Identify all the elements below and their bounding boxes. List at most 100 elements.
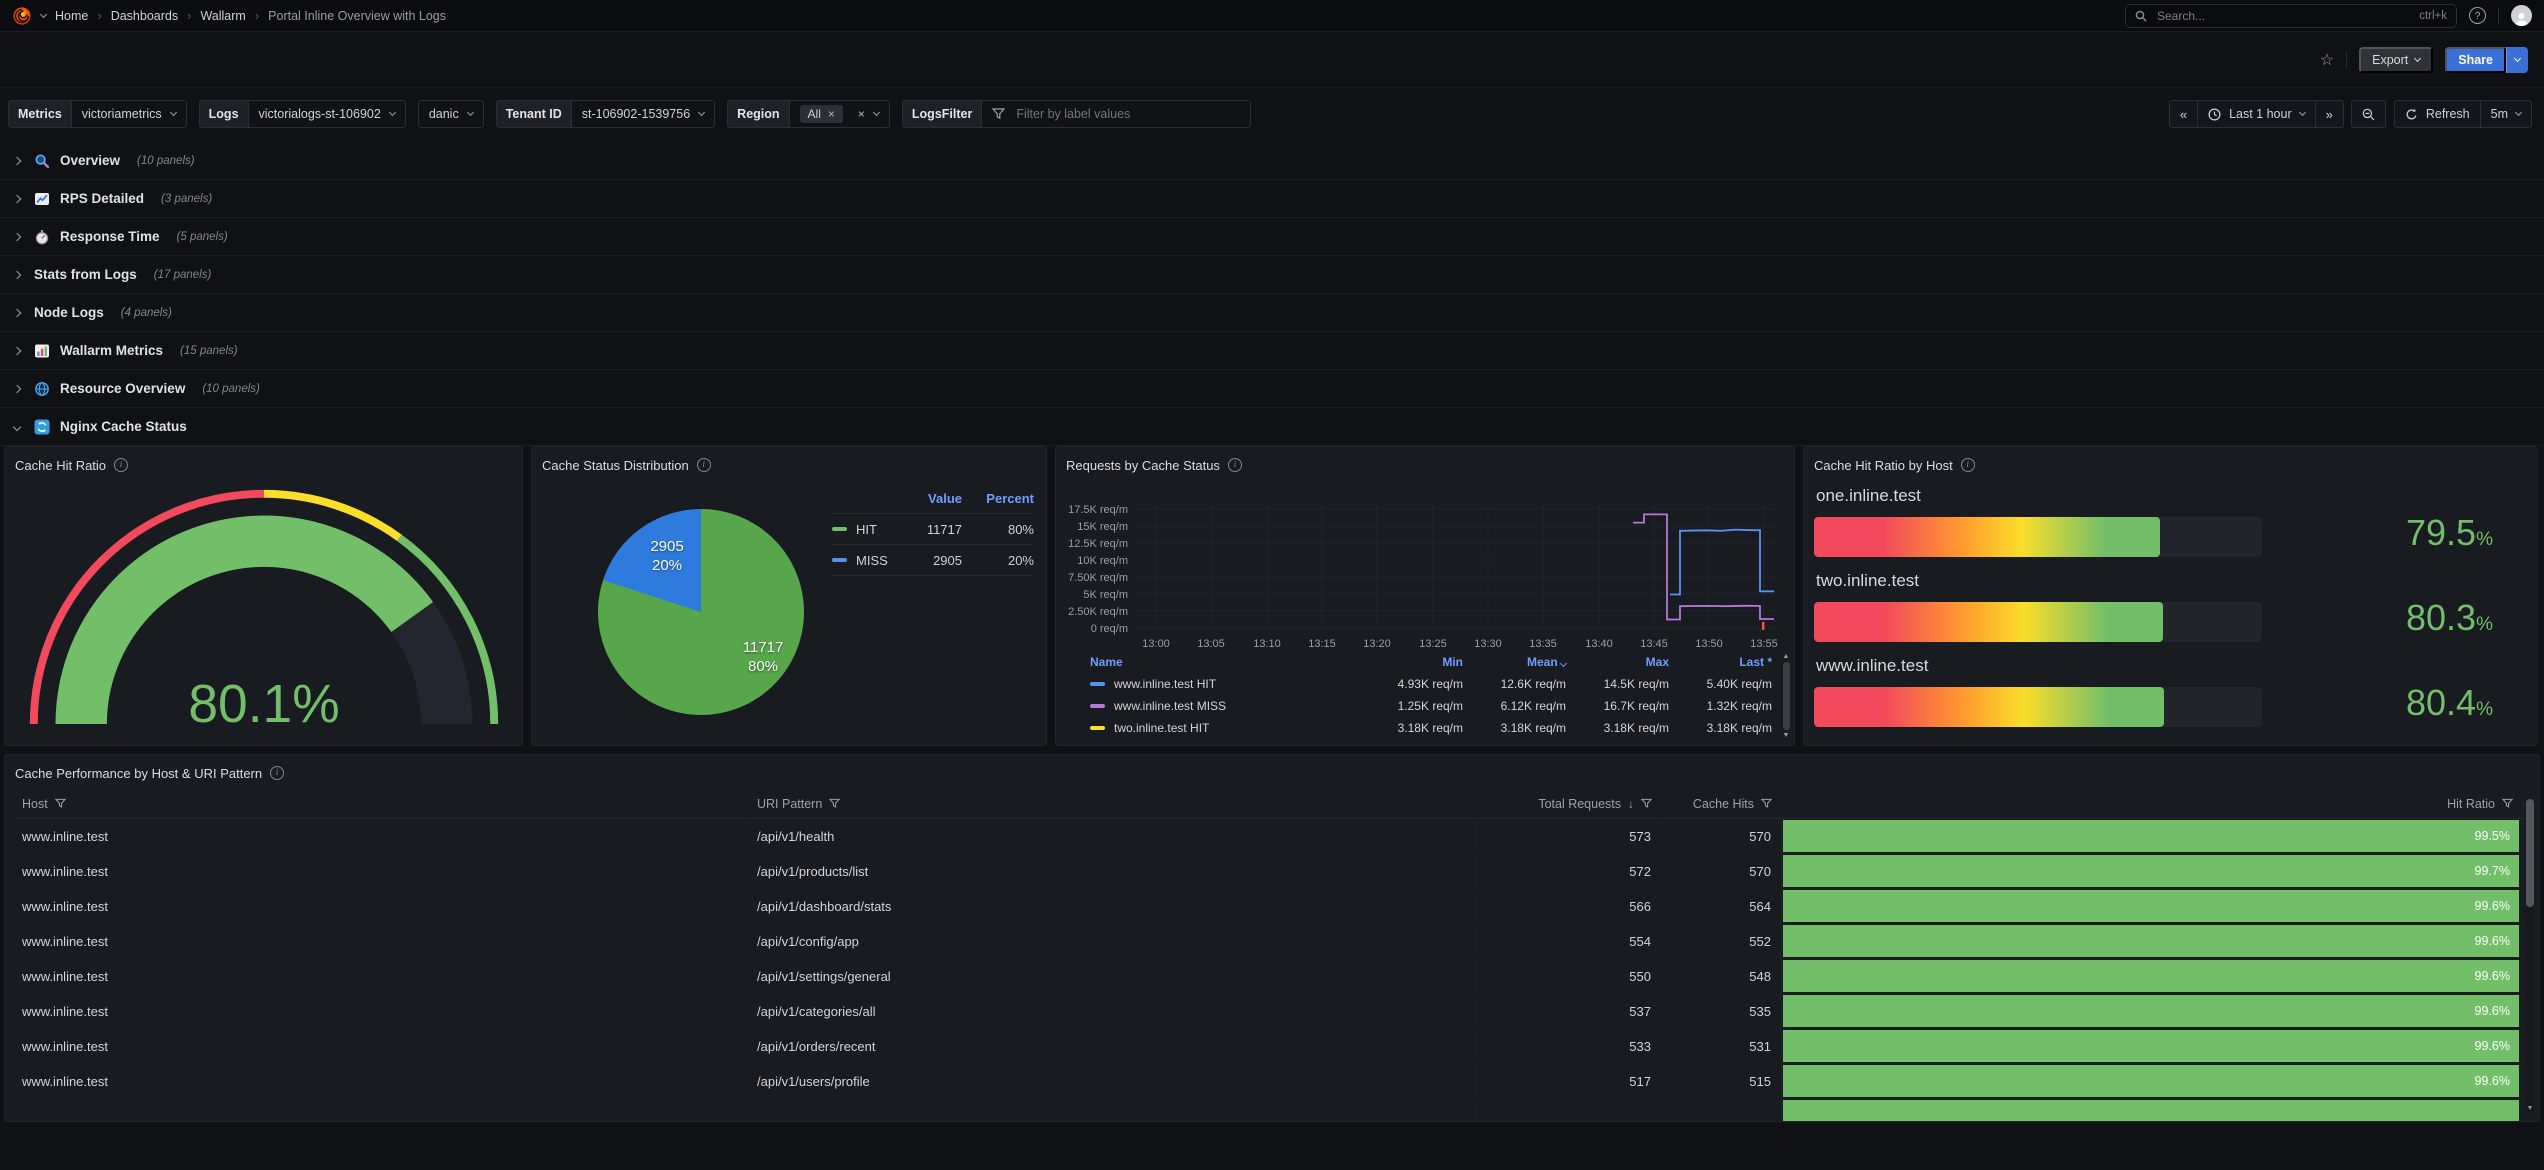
time-shift-back-button[interactable]: « <box>2169 100 2198 128</box>
legend-col-mean[interactable]: Mean <box>1463 655 1566 669</box>
section-row-overview[interactable]: Overview (10 panels) <box>0 142 2544 180</box>
legend-row[interactable]: two.inline.test HIT 3.18K req/m 3.18K re… <box>1066 717 1788 739</box>
column-header-host[interactable]: Host <box>15 789 750 818</box>
filter-funnel-icon[interactable] <box>829 798 840 809</box>
table-row[interactable]: www.inline.test /api/v1/products/list 57… <box>15 854 2529 889</box>
cell-host: www.inline.test <box>15 1064 750 1098</box>
star-icon[interactable]: ☆ <box>2320 50 2334 70</box>
bar-gauge-track[interactable] <box>1814 602 2262 642</box>
table-row[interactable]: www.inline.test /api/v1/orders/recent 53… <box>15 1029 2529 1064</box>
table-row[interactable]: www.inline.test /api/v1/config/app 554 5… <box>15 924 2529 959</box>
help-icon[interactable]: ? <box>2469 7 2486 24</box>
legend-col-max[interactable]: Max <box>1566 655 1669 669</box>
table-row[interactable]: www.inline.test /api/v1/users/profile 51… <box>15 1064 2529 1099</box>
global-search[interactable]: ctrl+k <box>2125 4 2457 28</box>
time-range-picker[interactable]: Last 1 hour <box>2197 100 2316 128</box>
share-menu-button[interactable] <box>2506 47 2528 73</box>
filter-funnel-icon[interactable] <box>2502 798 2513 809</box>
filter-funnel-icon[interactable] <box>1641 798 1652 809</box>
variable-env-value[interactable]: danic <box>419 101 483 127</box>
table-scrollbar[interactable]: ▼ <box>2526 799 2534 1113</box>
legend-row[interactable]: www.inline.test HIT 4.93K req/m 12.6K re… <box>1066 673 1788 695</box>
pie-legend-header: Value Percent <box>832 483 1034 514</box>
region-selected-pill[interactable]: All× <box>800 105 843 123</box>
svg-text:13:15: 13:15 <box>1308 638 1336 650</box>
section-row-rps-detailed[interactable]: RPS Detailed (3 panels) <box>0 180 2544 218</box>
refresh-button[interactable]: Refresh <box>2394 100 2481 128</box>
scrollbar-thumb[interactable] <box>2526 799 2534 907</box>
grafana-logo-icon[interactable] <box>12 6 32 26</box>
legend-row[interactable]: www.inline.test MISS 1.25K req/m 6.12K r… <box>1066 695 1788 717</box>
panel-header[interactable]: Requests by Cache Status i <box>1066 455 1784 475</box>
user-avatar[interactable] <box>2511 5 2532 26</box>
legend-mean: 3.18K req/m <box>1463 721 1566 735</box>
pie-legend-row-hit[interactable]: HIT 11717 80% <box>832 514 1034 545</box>
scroll-down-icon[interactable]: ▼ <box>2527 1105 2534 1113</box>
remove-tag-icon[interactable]: × <box>828 107 835 121</box>
search-input[interactable] <box>2155 8 2411 24</box>
column-header-uri[interactable]: URI Pattern <box>750 789 1476 818</box>
filter-funnel-icon[interactable] <box>55 798 66 809</box>
legend-max: 16.7K req/m <box>1566 699 1669 713</box>
breadcrumb-home[interactable]: Home <box>55 9 88 23</box>
variable-logs-selected: victorialogs-st-106902 <box>259 107 381 121</box>
info-icon[interactable]: i <box>1961 458 1975 472</box>
breadcrumb-folder[interactable]: Wallarm <box>200 9 245 23</box>
info-icon[interactable]: i <box>270 766 284 780</box>
panel-header[interactable]: Cache Hit Ratio i <box>15 455 512 475</box>
gauge-remainder-arc <box>412 617 447 724</box>
section-row-wallarm-metrics[interactable]: Wallarm Metrics (15 panels) <box>0 332 2544 370</box>
breadcrumb-dashboards[interactable]: Dashboards <box>111 9 178 23</box>
pie-legend-col-value[interactable]: Value <box>896 491 962 506</box>
info-icon[interactable]: i <box>114 458 128 472</box>
zoom-out-button[interactable] <box>2351 100 2386 128</box>
column-header-total-requests[interactable]: Total Requests ↓ <box>1476 789 1662 818</box>
panel-header[interactable]: Cache Status Distribution i <box>542 455 1036 475</box>
timeseries-chart[interactable]: 17.5K req/m15K req/m12.5K req/m10K req/m… <box>1066 485 1778 653</box>
time-range-group: « Last 1 hour » <box>2169 100 2344 128</box>
section-row-stats-from-logs[interactable]: Stats from Logs (17 panels) <box>0 256 2544 294</box>
table-row[interactable]: www.inline.test /api/v1/categories/all 5… <box>15 994 2529 1029</box>
panel-header[interactable]: Cache Performance by Host & URI Pattern … <box>15 763 2529 783</box>
variable-logs-value[interactable]: victorialogs-st-106902 <box>249 101 405 127</box>
cell-hits: 570 <box>1662 819 1782 853</box>
logsfilter-input[interactable] <box>1014 106 1240 122</box>
section-row-resource-overview[interactable]: Resource Overview (10 panels) <box>0 370 2544 408</box>
section-row-nginx-cache-status[interactable]: Nginx Cache Status <box>0 408 2544 446</box>
scroll-down-icon[interactable]: ▼ <box>1783 732 1790 739</box>
table-row[interactable]: www.inline.test /api/v1/health 573 570 9… <box>15 819 2529 854</box>
nav-menu-chevron-icon[interactable] <box>40 10 47 17</box>
section-row-node-logs[interactable]: Node Logs (4 panels) <box>0 294 2544 332</box>
export-button[interactable]: Export <box>2359 47 2433 73</box>
export-label: Export <box>2372 53 2408 67</box>
legend-scrollbar[interactable]: ▲▼ <box>1781 653 1791 739</box>
pie-legend-col-percent[interactable]: Percent <box>962 491 1034 506</box>
pie-legend-row-miss[interactable]: MISS 2905 20% <box>832 545 1034 576</box>
legend-col-last[interactable]: Last * <box>1669 655 1772 669</box>
breadcrumb-separator: › <box>187 8 191 23</box>
variable-metrics-value[interactable]: victoriametrics <box>72 101 186 127</box>
filter-funnel-icon[interactable] <box>1761 798 1772 809</box>
table-row[interactable]: www.inline.test /api/v1/settings/general… <box>15 959 2529 994</box>
nav-right-cluster: ctrl+k ? <box>2125 4 2532 28</box>
bar-gauge-track[interactable] <box>1814 517 2262 557</box>
info-icon[interactable]: i <box>1228 458 1242 472</box>
share-button[interactable]: Share <box>2445 47 2506 73</box>
legend-col-min[interactable]: Min <box>1360 655 1463 669</box>
column-header-hit-ratio[interactable]: Hit Ratio <box>1782 789 2529 818</box>
info-icon[interactable]: i <box>697 458 711 472</box>
refresh-interval-picker[interactable]: 5m <box>2480 100 2532 128</box>
bar-gauge-track[interactable] <box>1814 687 2262 727</box>
clear-all-icon[interactable]: × <box>858 107 865 121</box>
legend-max: 14.5K req/m <box>1566 677 1669 691</box>
table-row[interactable]: www.inline.test /api/v1/dashboard/stats … <box>15 889 2529 924</box>
panel-header[interactable]: Cache Hit Ratio by Host i <box>1814 455 2527 475</box>
legend-col-name[interactable]: Name <box>1066 655 1360 669</box>
scroll-up-icon[interactable]: ▲ <box>1783 653 1790 660</box>
variable-region-value[interactable]: All× × <box>790 101 889 127</box>
time-shift-forward-button[interactable]: » <box>2315 100 2344 128</box>
column-header-cache-hits[interactable]: Cache Hits <box>1662 789 1782 818</box>
scrollbar-thumb[interactable] <box>1783 662 1790 730</box>
variable-tenant-value[interactable]: st-106902-1539756 <box>572 101 714 127</box>
section-row-response-time[interactable]: Response Time (5 panels) <box>0 218 2544 256</box>
